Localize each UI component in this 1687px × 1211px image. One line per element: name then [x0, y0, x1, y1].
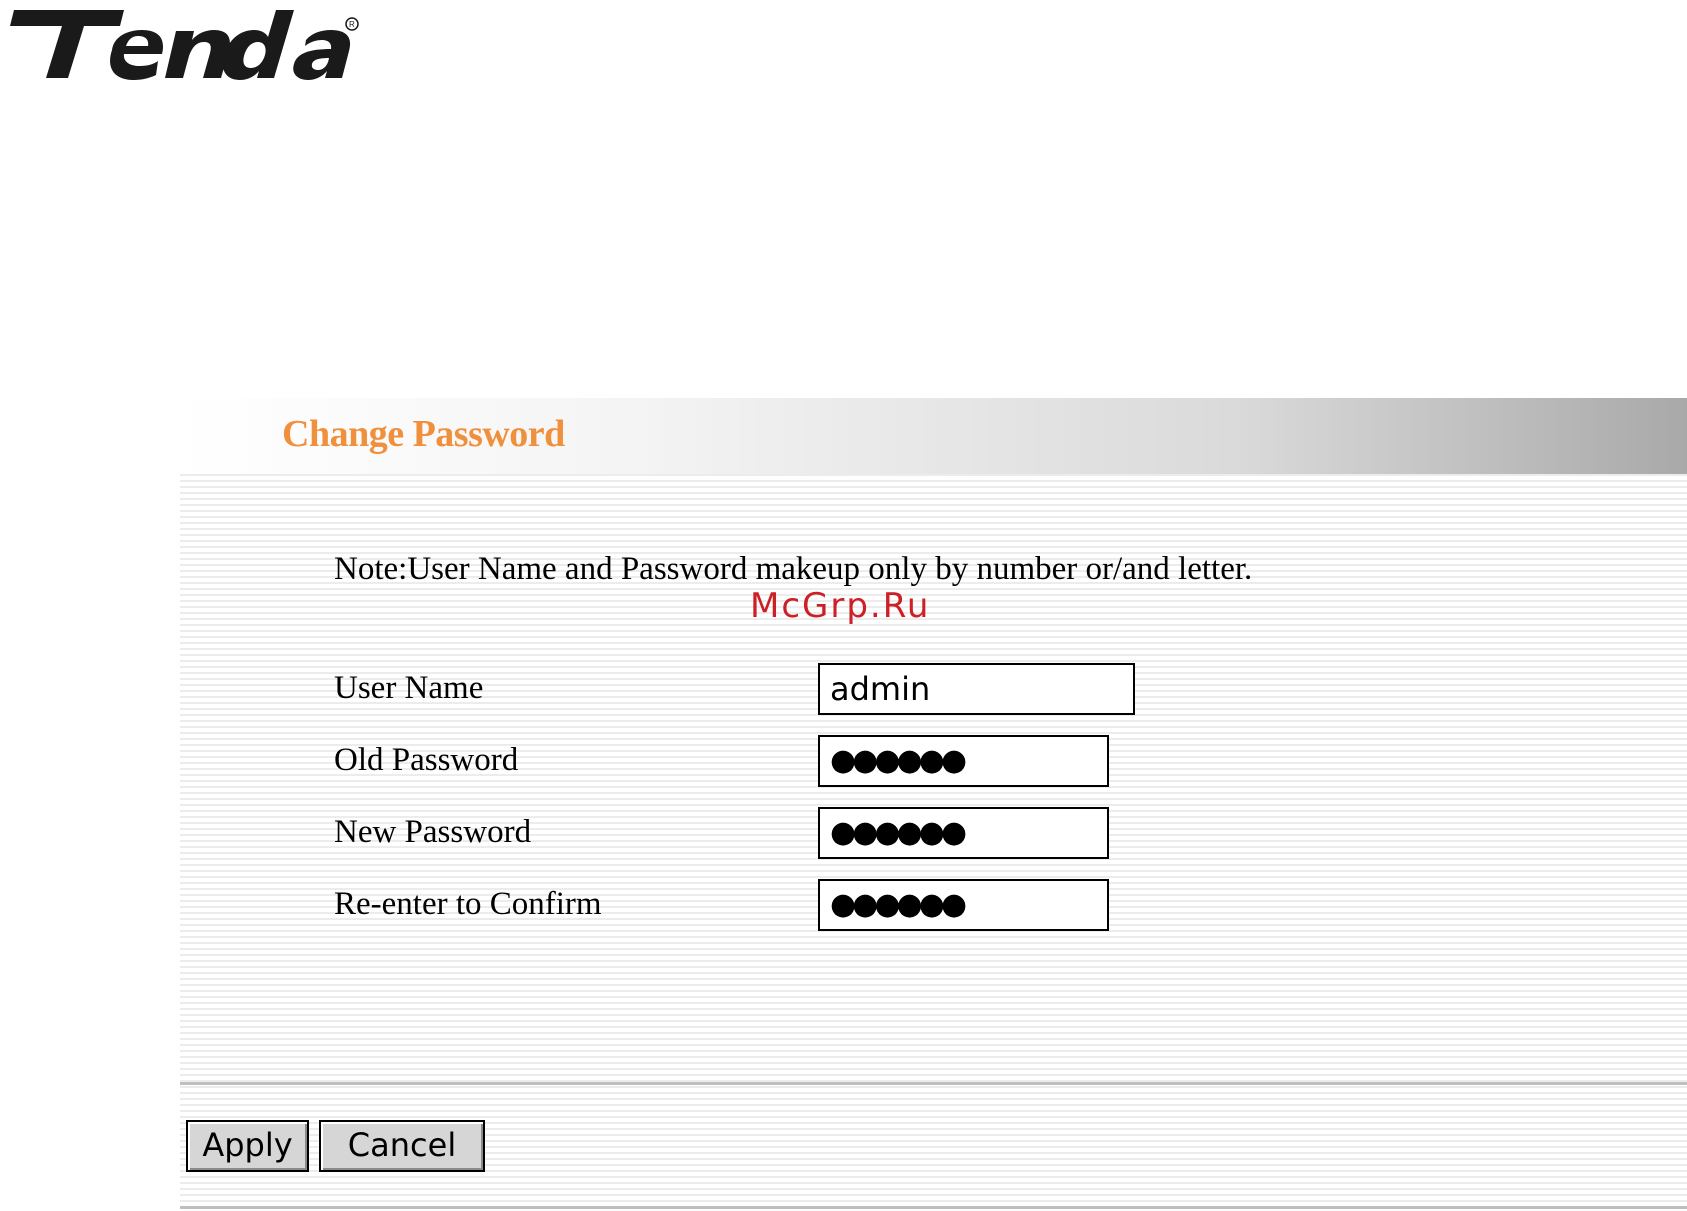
watermark-text: McGrp.Ru: [750, 586, 931, 626]
change-password-panel: Change Password Note:User Name and Passw…: [180, 398, 1687, 1211]
apply-button[interactable]: Apply: [186, 1120, 309, 1172]
panel-header: Change Password: [180, 398, 1687, 474]
divider: [180, 1082, 1687, 1085]
confirm-password-input[interactable]: ●●●●●●: [818, 879, 1109, 931]
new-password-label: New Password: [334, 814, 532, 850]
old-password-label: Old Password: [334, 742, 519, 778]
user-name-input[interactable]: admin: [818, 663, 1135, 715]
user-name-label: User Name: [334, 670, 484, 706]
confirm-password-label: Re-enter to Confirm: [334, 886, 602, 922]
new-password-input[interactable]: ●●●●●●: [818, 807, 1109, 859]
panel-title: Change Password: [282, 413, 565, 455]
cancel-button[interactable]: Cancel: [319, 1120, 485, 1172]
svg-text:R: R: [349, 20, 355, 29]
bottom-divider: [180, 1206, 1687, 1209]
note-text: Note:User Name and Password makeup only …: [334, 551, 1253, 587]
tenda-logo: R: [10, 10, 359, 80]
old-password-input[interactable]: ●●●●●●: [818, 735, 1109, 787]
